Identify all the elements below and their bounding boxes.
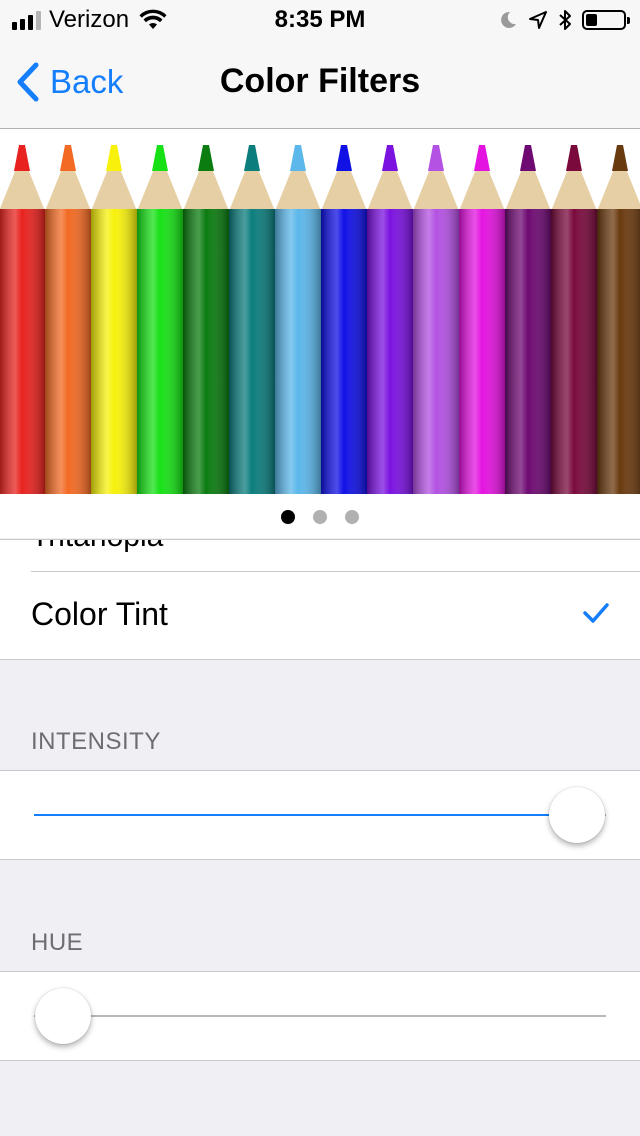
page-dot[interactable] (313, 510, 327, 524)
pencil (183, 145, 229, 494)
intensity-slider-track[interactable] (34, 787, 606, 843)
filter-option-tritanopia[interactable]: Tritanopia (31, 540, 163, 554)
status-right (498, 7, 630, 33)
pencil (505, 145, 551, 494)
page-dot[interactable] (345, 510, 359, 524)
checkmark-icon (583, 603, 609, 623)
page-dot[interactable] (281, 510, 295, 524)
intensity-slider-cell (0, 770, 640, 860)
pencil (459, 145, 505, 494)
hue-slider-cell (0, 971, 640, 1061)
pencil (413, 145, 459, 494)
bluetooth-icon (559, 10, 571, 30)
pencil (137, 145, 183, 494)
battery-icon (582, 10, 630, 30)
page-control[interactable] (0, 494, 640, 538)
hue-slider-thumb[interactable] (34, 988, 91, 1044)
page-dots (0, 510, 640, 524)
moon-icon (501, 11, 516, 28)
pencil (229, 145, 275, 494)
pencil (597, 145, 640, 494)
navigation-bar: Back Color Filters (0, 40, 640, 129)
page-title: Color Filters (219, 62, 421, 100)
filters-list: Tritanopia Color Tint (0, 539, 640, 660)
color-filter-preview-image[interactable] (0, 129, 640, 494)
hue-header: HUE (31, 929, 84, 956)
hue-slider-track[interactable] (34, 988, 606, 1044)
pencil (0, 145, 45, 494)
pencil (45, 145, 91, 494)
pencil (321, 145, 367, 494)
battery-nub (627, 17, 630, 24)
row-separator (31, 571, 640, 572)
intensity-header: INTENSITY (31, 728, 161, 755)
battery-fill (586, 14, 597, 26)
location-arrow-icon (529, 11, 547, 29)
pencils-illustration (0, 145, 640, 494)
intensity-slider-thumb[interactable] (549, 787, 606, 843)
filter-option-color-tint[interactable]: Color Tint (31, 596, 168, 633)
pencil (551, 145, 597, 494)
pencil (91, 145, 137, 494)
status-bar: Verizon 8:35 PM (0, 0, 640, 40)
pencil (275, 145, 321, 494)
pencil (367, 145, 413, 494)
intensity-slider-fill (34, 814, 578, 816)
